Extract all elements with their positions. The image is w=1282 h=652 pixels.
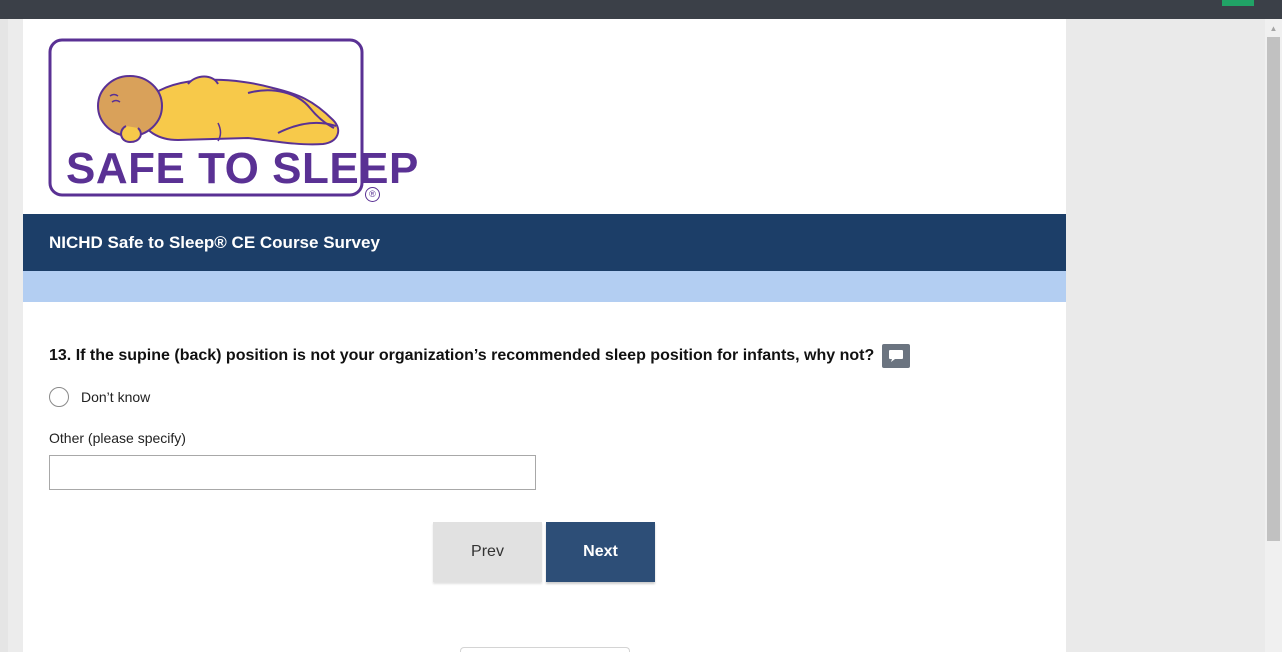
registered-mark: ®: [365, 187, 380, 202]
next-button[interactable]: Next: [546, 522, 655, 582]
radio-dont-know[interactable]: [49, 387, 69, 407]
right-side-panel: [1066, 19, 1265, 652]
vertical-scrollbar[interactable]: ▲: [1265, 19, 1282, 652]
option-dont-know[interactable]: Don’t know: [49, 387, 150, 407]
scroll-up-arrow-icon[interactable]: ▲: [1265, 23, 1282, 35]
survey-header: NICHD Safe to Sleep® CE Course Survey: [23, 214, 1066, 271]
survey-page: SAFE TO SLEEP ® NICHD Safe to Sleep® CE …: [23, 19, 1066, 652]
option-label: Don’t know: [81, 389, 151, 405]
safe-to-sleep-logo: SAFE TO SLEEP ®: [48, 38, 418, 203]
footer-element-partial: [460, 647, 630, 652]
comment-icon: [889, 350, 904, 362]
other-specify-input[interactable]: [49, 455, 536, 490]
survey-title: NICHD Safe to Sleep® CE Course Survey: [49, 233, 380, 252]
left-gutter: [0, 19, 8, 652]
prev-button[interactable]: Prev: [433, 522, 542, 582]
browser-top-bar: [0, 0, 1282, 19]
other-label: Other (please specify): [49, 430, 186, 446]
logo-wordmark: SAFE TO SLEEP: [66, 144, 419, 193]
comment-button[interactable]: [882, 344, 911, 368]
green-indicator: [1222, 0, 1254, 6]
question-13: 13. If the supine (back) position is not…: [49, 344, 911, 368]
question-text: 13. If the supine (back) position is not…: [49, 347, 875, 364]
progress-band: [23, 271, 1066, 302]
scroll-thumb[interactable]: [1267, 37, 1280, 541]
